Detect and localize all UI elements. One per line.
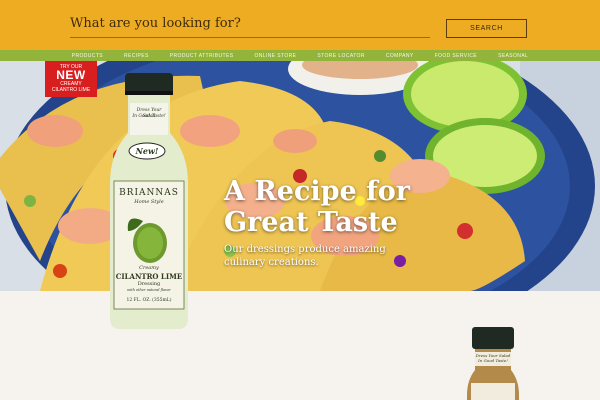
- nav-item-seasonal[interactable]: SEASONAL: [498, 53, 528, 59]
- variety-line-2: CILANTRO LIME: [115, 272, 183, 281]
- variety-note: with other natural flavor: [127, 288, 171, 292]
- nav-item-food-service[interactable]: FOOD SERVICE: [435, 53, 478, 59]
- nav-item-product-attributes[interactable]: PRODUCT ATTRIBUTES: [170, 53, 234, 59]
- nav-item-products[interactable]: PRODUCTS: [72, 53, 103, 59]
- search-bar: SEARCH: [0, 0, 600, 50]
- promo-line-4: CILANTRO LIME: [51, 87, 91, 93]
- hero-title: A Recipe for Great Taste: [224, 176, 410, 238]
- nav-item-company[interactable]: COMPANY: [386, 53, 414, 59]
- hero-subtitle: Our dressings produce amazing culinary c…: [224, 244, 386, 268]
- nav-item-online-store[interactable]: ONLINE STORE: [254, 53, 296, 59]
- small-neck-tag-line-2: In Good Taste!: [478, 358, 508, 363]
- brand-subtitle: Home Style: [134, 199, 164, 205]
- search-input[interactable]: [70, 12, 430, 38]
- product-bottle-secondary[interactable]: Dress Your Salad In Good Taste!: [467, 325, 519, 400]
- neck-tag-line-2: In Good Taste!: [132, 114, 166, 119]
- bottle-size: 12 FL. OZ. (355mL): [126, 298, 172, 303]
- nav-item-recipes[interactable]: RECIPES: [124, 53, 149, 59]
- variety-line-1: Creamy: [139, 265, 159, 271]
- search-button[interactable]: SEARCH: [446, 19, 527, 38]
- promo-badge[interactable]: TRY OUR NEW CREAMY CILANTRO LIME: [45, 61, 97, 97]
- main-nav: PRODUCTS RECIPES PRODUCT ATTRIBUTES ONLI…: [0, 50, 600, 61]
- product-bottle-cilantro-lime[interactable]: Dress Your Salad In Good Taste! New! BRI…: [108, 73, 190, 329]
- variety-line-3: Dressing: [137, 281, 161, 287]
- nav-item-store-locator[interactable]: STORE LOCATOR: [317, 53, 364, 59]
- brand-name: BRIANNAS: [119, 188, 179, 198]
- promo-line-2: NEW: [56, 68, 86, 82]
- new-tag: New!: [135, 146, 159, 156]
